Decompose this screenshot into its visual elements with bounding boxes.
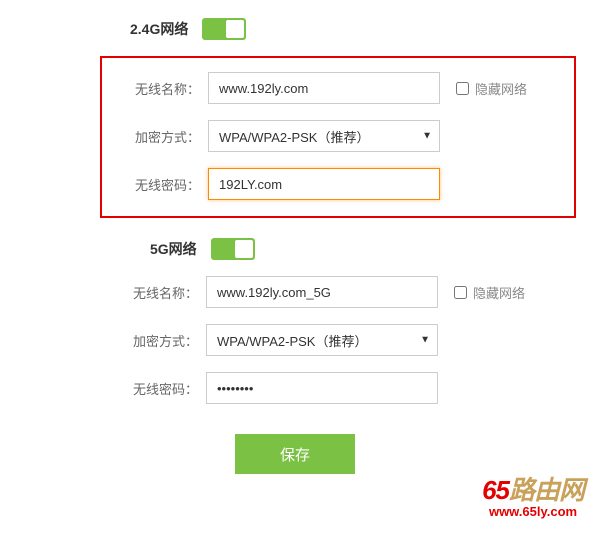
band5g-hide-checkbox-wrap[interactable]: 隐藏网络 xyxy=(454,283,525,302)
band5g-pwd-row: 无线密码： xyxy=(0,372,600,404)
band24-header: 2.4G网络 xyxy=(130,18,600,40)
watermark-num: 65 xyxy=(482,475,509,505)
watermark-title: 65路由网 xyxy=(482,476,584,505)
band24-enc-select[interactable] xyxy=(208,120,440,152)
band5g-title: 5G网络 xyxy=(150,239,197,259)
band24-hide-checkbox[interactable] xyxy=(456,82,469,95)
watermark: 65路由网 www.65ly.com xyxy=(482,476,584,519)
hide-label: 隐藏网络 xyxy=(473,283,525,302)
toggle-knob xyxy=(235,240,253,258)
band24-enc-row: 加密方式： ▼ xyxy=(102,120,574,152)
save-button[interactable]: 保存 xyxy=(235,434,355,474)
band24-ssid-row: 无线名称： 隐藏网络 xyxy=(102,72,574,104)
band5g-pwd-input[interactable] xyxy=(206,372,438,404)
band24-title: 2.4G网络 xyxy=(130,19,188,39)
watermark-text: 路由网 xyxy=(509,475,584,505)
pwd-label: 无线密码： xyxy=(120,379,198,398)
band5g-enc-select[interactable] xyxy=(206,324,438,356)
band24-pwd-row: 无线密码： xyxy=(102,168,574,200)
ssid-label: 无线名称： xyxy=(122,79,200,98)
band24-toggle[interactable] xyxy=(202,18,246,40)
band5g-ssid-input[interactable] xyxy=(206,276,438,308)
band24-hide-checkbox-wrap[interactable]: 隐藏网络 xyxy=(456,79,527,98)
band5g-hide-checkbox[interactable] xyxy=(454,286,467,299)
band5g-ssid-row: 无线名称： 隐藏网络 xyxy=(0,276,600,308)
band24-pwd-input[interactable] xyxy=(208,168,440,200)
band5g-enc-select-wrap[interactable]: ▼ xyxy=(206,324,438,356)
enc-label: 加密方式： xyxy=(122,127,200,146)
band5g-enc-row: 加密方式： ▼ xyxy=(0,324,600,356)
band24-enc-select-wrap[interactable]: ▼ xyxy=(208,120,440,152)
enc-label: 加密方式： xyxy=(120,331,198,350)
toggle-knob xyxy=(226,20,244,38)
hide-label: 隐藏网络 xyxy=(475,79,527,98)
band5g-header: 5G网络 xyxy=(150,238,600,260)
band24-ssid-input[interactable] xyxy=(208,72,440,104)
band5g-toggle[interactable] xyxy=(211,238,255,260)
band24-highlight-box: 无线名称： 隐藏网络 加密方式： ▼ 无线密码： xyxy=(100,56,576,218)
watermark-url: www.65ly.com xyxy=(482,505,584,519)
ssid-label: 无线名称： xyxy=(120,283,198,302)
pwd-label: 无线密码： xyxy=(122,175,200,194)
